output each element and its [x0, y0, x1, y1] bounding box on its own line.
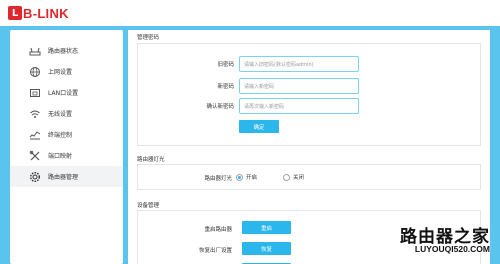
top-bar: L B-LINK — [0, 0, 500, 26]
restart-button[interactable]: 重启 — [242, 221, 291, 234]
reset-button[interactable]: 恢复 — [242, 242, 291, 255]
router-status-icon — [29, 45, 41, 57]
section-title-light: 路由器灯光 — [137, 157, 165, 163]
watermark: 路由器之家 LUYOUQI520.COM — [382, 222, 490, 260]
sidebar-item-router-management[interactable]: 路由器管理 — [10, 166, 123, 187]
restart-label: 重启路由器 — [204, 227, 232, 233]
radio-on-icon — [236, 173, 243, 181]
new-password-input[interactable]: 请输入新密码 — [239, 78, 359, 94]
logo-text: B-LINK — [23, 5, 69, 21]
wifi-icon — [29, 108, 41, 120]
confirm-password-input[interactable]: 请再次输入新密码 — [239, 98, 359, 114]
old-password-input[interactable]: 请输入旧密码(默认密码admin) — [239, 56, 359, 72]
confirm-password-label: 确认新密码 — [206, 104, 234, 110]
radio-off-icon — [283, 173, 290, 181]
light-off-label: 关闭 — [293, 175, 305, 181]
password-panel: 旧密码 请输入旧密码(默认密码admin) 新密码 请输入新密码 确认新密码 请… — [137, 43, 481, 146]
reset-label: 恢复出厂设置 — [198, 248, 232, 254]
sidebar-item-router-status[interactable]: 路由器状态 — [10, 40, 123, 61]
sidebar-item-lan[interactable]: LAN口设置 — [10, 82, 123, 103]
section-title-password: 管理密码 — [137, 35, 160, 41]
sidebar-item-port-mapping[interactable]: 端口映射 — [10, 145, 123, 166]
old-password-label: 旧密码 — [217, 62, 234, 68]
light-label: 路由器灯光 — [204, 176, 232, 182]
sidebar-item-terminal-control[interactable]: 终端控制 — [10, 124, 123, 145]
devices-icon — [29, 129, 41, 141]
section-title-device: 设备管理 — [137, 203, 160, 209]
new-password-row: 新密码 请输入新密码 — [138, 78, 482, 94]
light-on-option[interactable]: 开启 — [236, 173, 257, 181]
sidebar-item-label: LAN口设置 — [48, 90, 79, 97]
sidebar-item-label: 上网设置 — [48, 69, 73, 76]
gear-icon — [29, 171, 41, 183]
sidebar-item-label: 无线设置 — [48, 111, 73, 118]
light-on-label: 开启 — [246, 175, 258, 181]
sidebar-item-label: 终端控制 — [48, 132, 73, 139]
sidebar-item-internet[interactable]: 上网设置 — [10, 61, 123, 82]
lan-port-icon — [29, 87, 41, 99]
sidebar: 路由器状态 上网设置 LAN口设置 无线设置 终端控制 端口映射 路由器管理 — [10, 30, 123, 264]
sidebar-item-wireless[interactable]: 无线设置 — [10, 103, 123, 124]
light-panel: 路由器灯光 开启 关闭 — [137, 164, 481, 190]
brand-logo: L B-LINK — [8, 5, 69, 21]
old-password-row: 旧密码 请输入旧密码(默认密码admin) — [138, 56, 482, 72]
sidebar-item-label: 路由器管理 — [48, 174, 79, 181]
sidebar-item-label: 端口映射 — [48, 153, 73, 160]
confirm-password-row: 确认新密码 请再次输入新密码 — [138, 98, 482, 114]
light-off-option[interactable]: 关闭 — [283, 173, 304, 181]
globe-icon — [29, 66, 41, 78]
logo-mark: L — [8, 6, 22, 20]
sidebar-item-label: 路由器状态 — [48, 48, 79, 55]
new-password-label: 新密码 — [217, 84, 234, 90]
tools-icon — [29, 150, 41, 162]
confirm-button[interactable]: 确定 — [239, 120, 279, 133]
watermark-url: LUYOUQI520.COM — [414, 244, 490, 254]
